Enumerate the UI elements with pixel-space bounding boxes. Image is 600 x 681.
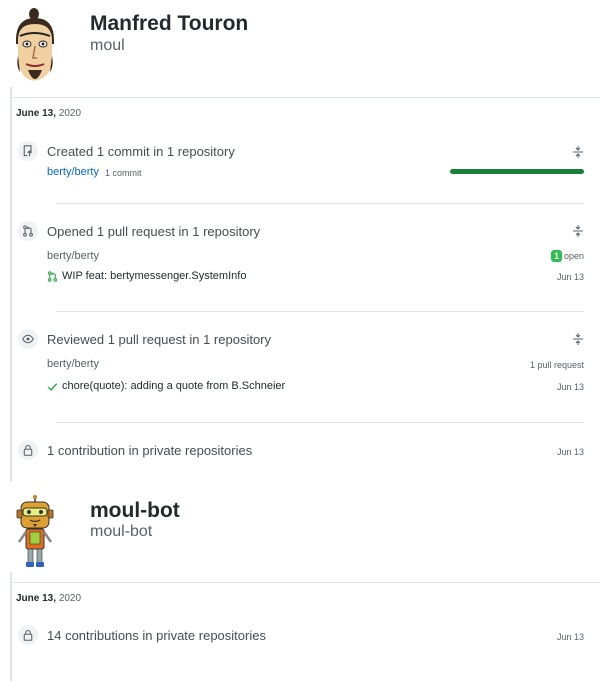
lock-icon: [23, 629, 33, 641]
open-count-badge: 1: [550, 250, 562, 262]
activity-icon-badge: [18, 221, 38, 241]
divider: [56, 203, 584, 204]
activity-icon-badge: [18, 329, 38, 349]
robot-avatar-icon: [16, 495, 54, 567]
git-pull-request-icon: [47, 271, 58, 282]
repo-push-icon: [23, 145, 32, 157]
user-login[interactable]: moul: [90, 37, 125, 55]
open-label: open: [563, 251, 584, 261]
divider: [12, 97, 600, 98]
cartoon-face-avatar-icon: [16, 8, 54, 81]
user-avatar[interactable]: [12, 494, 58, 570]
activity-heading: 1 contribution in private repositories: [47, 443, 253, 458]
collapse-icon[interactable]: [571, 145, 585, 159]
item-date: Jun 13: [556, 447, 584, 457]
item-date: Jun 13: [556, 382, 584, 392]
activity-heading[interactable]: Reviewed 1 pull request in 1 repository: [47, 332, 271, 347]
check-icon: [47, 383, 58, 391]
activity-heading: 14 contributions in private repositories: [47, 628, 266, 643]
activity-icon-badge: [18, 141, 38, 161]
git-pull-request-icon: [23, 225, 33, 237]
commit-progress-bar: [450, 169, 584, 174]
divider: [56, 311, 584, 312]
user-full-name[interactable]: moul-bot: [90, 499, 180, 523]
timeline-line: [10, 572, 12, 681]
pull-request-link[interactable]: chore(quote): adding a quote from B.Schn…: [62, 380, 285, 392]
date-heading: June 13, 2020: [16, 108, 81, 119]
activity-icon-badge: [18, 625, 38, 645]
collapse-icon[interactable]: [571, 332, 585, 346]
divider: [56, 422, 584, 423]
item-date: Jun 13: [556, 272, 584, 282]
date-year: 2020: [58, 593, 82, 604]
pr-status: 1 open: [550, 250, 584, 262]
lock-icon: [23, 444, 33, 456]
date-month-day: June 13,: [16, 108, 57, 119]
item-date: Jun 13: [556, 632, 584, 642]
user-full-name[interactable]: Manfred Touron: [90, 12, 248, 36]
review-count: 1 pull request: [529, 360, 584, 370]
repo-name[interactable]: berty/berty: [47, 250, 99, 262]
activity-icon-badge: [18, 440, 38, 460]
user-login[interactable]: moul-bot: [90, 523, 152, 541]
date-heading: June 13, 2020: [16, 593, 81, 604]
repo-name[interactable]: berty/berty: [47, 358, 99, 370]
activity-heading[interactable]: Opened 1 pull request in 1 repository: [47, 224, 260, 239]
date-month-day: June 13,: [16, 593, 57, 604]
commit-count[interactable]: 1 commit: [105, 168, 142, 178]
collapse-icon[interactable]: [571, 224, 585, 238]
date-year: 2020: [58, 108, 82, 119]
timeline-line: [10, 87, 12, 482]
eye-icon: [22, 334, 34, 344]
activity-heading[interactable]: Created 1 commit in 1 repository: [47, 144, 235, 159]
user-avatar[interactable]: [8, 6, 62, 88]
divider: [12, 582, 600, 583]
pull-request-link[interactable]: WIP feat: bertymessenger.SystemInfo: [62, 270, 246, 282]
repo-link[interactable]: berty/berty: [47, 166, 99, 178]
